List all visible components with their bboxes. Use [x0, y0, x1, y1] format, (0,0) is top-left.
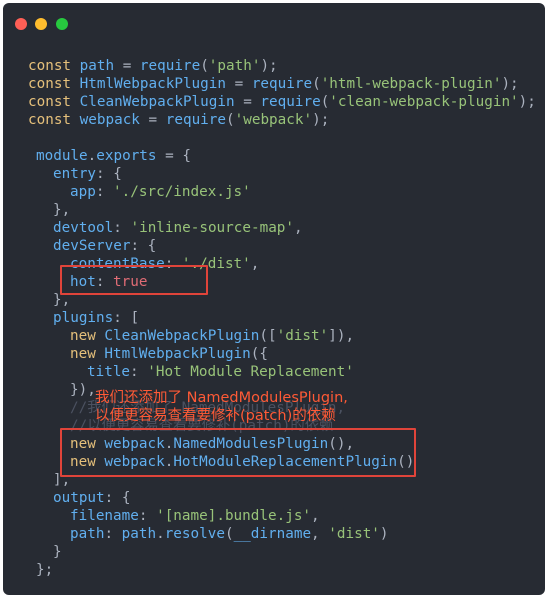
- code-line-18: }),: [70, 382, 96, 398]
- code-line-27: }: [53, 544, 62, 560]
- code-line-1: const path = require('path');: [28, 58, 278, 74]
- code-line-10: devServer: {: [53, 238, 157, 254]
- code-line-26: path: path.resolve(__dirname, 'dist'): [70, 526, 389, 542]
- annotation-line-2: 以便更容易查看要修补(patch)的依赖: [95, 408, 336, 424]
- code-line-3: const CleanWebpackPlugin = require('clea…: [28, 94, 536, 110]
- code-line-7: app: './src/index.js': [70, 184, 251, 200]
- code-line-28: };: [36, 562, 54, 578]
- code-window: const path = require('path'); const Html…: [3, 3, 545, 595]
- code-line-14: plugins: [: [53, 310, 140, 326]
- code-line-24: output: {: [53, 490, 131, 506]
- code-line-9: devtool: 'inline-source-map',: [53, 220, 303, 236]
- maximize-window-dot-icon[interactable]: [56, 18, 68, 30]
- plugins-highlight-box: [60, 428, 416, 477]
- code-line-17: title: 'Hot Module Replacement': [87, 364, 354, 380]
- hot-true-highlight-box: [60, 265, 208, 295]
- code-line-4: const webpack = require('webpack');: [28, 112, 330, 128]
- code-line-5: module.exports = {: [36, 148, 191, 164]
- minimize-window-dot-icon[interactable]: [35, 18, 47, 30]
- close-window-dot-icon[interactable]: [15, 18, 27, 30]
- code-line-8: },: [53, 202, 71, 218]
- code-line-6: entry: {: [53, 166, 122, 182]
- code-line-2: const HtmlWebpackPlugin = require('html-…: [28, 76, 519, 92]
- code-line-15: new CleanWebpackPlugin(['dist']),: [70, 328, 355, 344]
- code-line-25: filename: '[name].bundle.js',: [70, 508, 320, 524]
- code-line-16: new HtmlWebpackPlugin({: [70, 346, 268, 362]
